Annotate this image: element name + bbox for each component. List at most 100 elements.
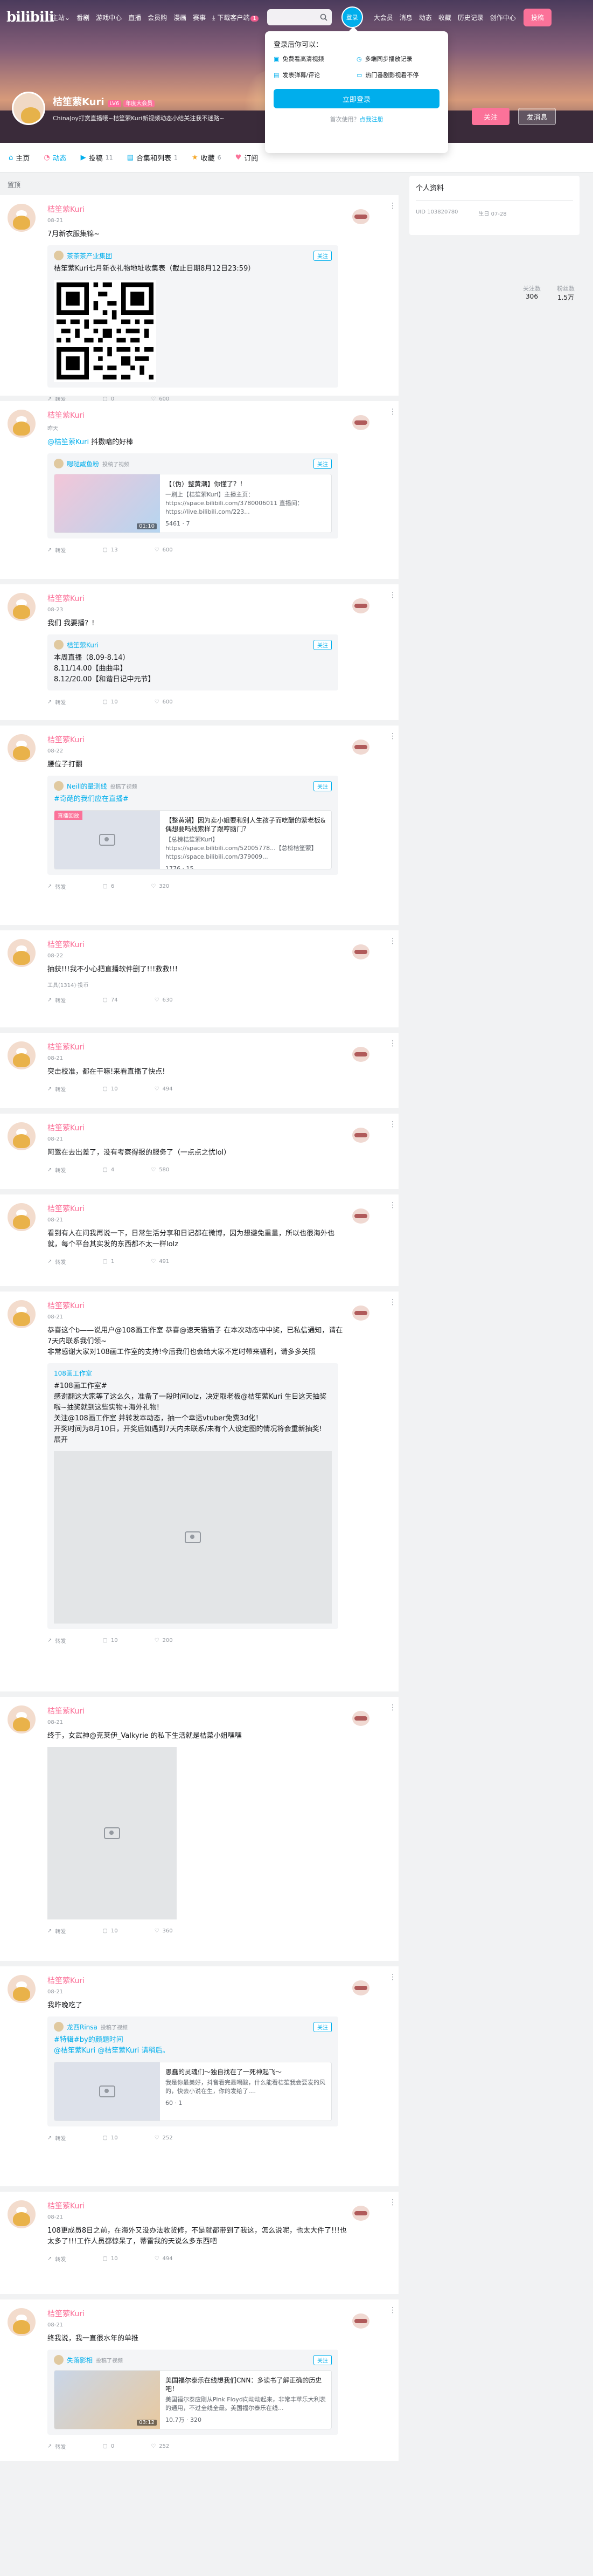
- like-button[interactable]: ♡ 580: [151, 1167, 169, 1173]
- post-author[interactable]: 桔笙萦Kuri: [47, 593, 390, 604]
- more-icon[interactable]: ⋮: [389, 2306, 396, 2318]
- repost-author[interactable]: 失落影相: [67, 2356, 93, 2365]
- video-card[interactable]: 直播回放 【整黄潮】因为卖小姐要和别人生孩子而吃醋的萦老板&偶想要吗线索样了跟哼…: [54, 810, 332, 869]
- more-icon[interactable]: ⋮: [389, 2199, 396, 2210]
- comment-button[interactable]: ▢ 1: [102, 1259, 114, 1265]
- post-author[interactable]: 桔笙萦Kuri: [47, 1975, 390, 1986]
- comment-button[interactable]: ▢ 10: [102, 699, 117, 705]
- nav-home[interactable]: 主站⌄: [52, 13, 70, 22]
- message-button[interactable]: 发消息: [518, 108, 556, 125]
- video-card[interactable]: 03:12 美国福尔泰乐在线想我们CNN：多读书了解正确的历史吧！ 美国福尔泰应…: [54, 2370, 332, 2429]
- mention-link[interactable]: @桔笙萦Kuri: [47, 438, 89, 446]
- more-icon[interactable]: ⋮: [389, 937, 396, 949]
- repost-avatar[interactable]: [54, 251, 64, 260]
- avatar[interactable]: [8, 593, 36, 621]
- repost-avatar[interactable]: [54, 640, 64, 650]
- tab-collections[interactable]: ▤ 合集和列表 1: [127, 153, 178, 163]
- like-button[interactable]: ♡ 252: [151, 2443, 169, 2449]
- share-button[interactable]: ↗ 转发: [47, 882, 66, 890]
- share-button[interactable]: ↗ 转发: [47, 1085, 66, 1093]
- avatar[interactable]: [8, 1041, 36, 1069]
- more-icon[interactable]: ⋮: [389, 202, 396, 213]
- more-icon[interactable]: ⋮: [389, 1704, 396, 1715]
- avatar[interactable]: [8, 1300, 36, 1328]
- like-button[interactable]: ♡ 494: [155, 2256, 173, 2262]
- stat-followers[interactable]: 粉丝数 1.5万: [557, 284, 575, 302]
- share-button[interactable]: ↗ 转发: [47, 698, 66, 706]
- like-button[interactable]: ♡ 252: [155, 2135, 173, 2141]
- repost-follow-button[interactable]: 关注: [313, 640, 332, 650]
- nav-manga[interactable]: 漫画: [173, 13, 186, 22]
- tab-subscriptions[interactable]: ♥ 订阅: [235, 153, 259, 163]
- repost-follow-button[interactable]: 关注: [313, 2355, 332, 2365]
- more-icon[interactable]: ⋮: [389, 1121, 396, 1132]
- login-avatar-button[interactable]: 登录: [341, 6, 363, 28]
- nav-vip[interactable]: 大会员: [374, 13, 393, 22]
- share-button[interactable]: ↗ 转发: [47, 2442, 66, 2450]
- login-now-button[interactable]: 立即登录: [274, 89, 439, 108]
- post-author[interactable]: 桔笙萦Kuri: [47, 1041, 390, 1052]
- topic-tag[interactable]: #特辑#by的颜题时间 @桔笙萦Kuri @桔笙萦Kuri 请稍后。: [54, 2035, 332, 2056]
- avatar[interactable]: [8, 734, 36, 762]
- more-icon[interactable]: ⋮: [389, 591, 396, 603]
- post-author[interactable]: 桔笙萦Kuri: [47, 939, 390, 950]
- tab-uploads[interactable]: ▶ 投稿 11: [81, 153, 113, 163]
- repost-author[interactable]: Neill的量测线: [67, 782, 107, 791]
- repost-author[interactable]: 108画工作室: [54, 1369, 92, 1378]
- nav-message[interactable]: 消息: [400, 13, 413, 22]
- profile-avatar[interactable]: [12, 92, 45, 125]
- search-icon[interactable]: [320, 13, 327, 21]
- repost-author[interactable]: 龙西Rinsa: [67, 2022, 97, 2032]
- repost-follow-button[interactable]: 关注: [313, 251, 332, 261]
- avatar[interactable]: [8, 1203, 36, 1231]
- more-icon[interactable]: ⋮: [389, 1973, 396, 1985]
- more-icon[interactable]: ⋮: [389, 733, 396, 744]
- topic-tag[interactable]: #奇葩的我们应在直播#: [54, 794, 332, 805]
- lottery-image[interactable]: [54, 1451, 332, 1624]
- share-button[interactable]: ↗ 转发: [47, 996, 66, 1004]
- nav-match[interactable]: 赛事: [193, 13, 206, 22]
- nav-anime[interactable]: 番剧: [76, 13, 89, 22]
- share-button[interactable]: ↗ 转发: [47, 1166, 66, 1174]
- share-button[interactable]: ↗ 转发: [47, 1636, 66, 1645]
- repost-avatar[interactable]: [54, 2022, 64, 2032]
- tab-home[interactable]: ⌂ 主页: [9, 153, 30, 163]
- more-icon[interactable]: ⋮: [389, 1299, 396, 1310]
- comment-button[interactable]: ▢ 74: [102, 997, 117, 1003]
- repost-author[interactable]: 嗯哒咸鱼粉: [67, 459, 99, 468]
- search-input[interactable]: [267, 9, 332, 25]
- like-button[interactable]: ♡ 600: [155, 699, 173, 705]
- comment-button[interactable]: ▢ 4: [102, 1167, 114, 1173]
- post-author[interactable]: 桔笙萦Kuri: [47, 1300, 390, 1311]
- like-button[interactable]: ♡ 491: [151, 1259, 169, 1265]
- avatar[interactable]: [8, 1705, 36, 1734]
- share-button[interactable]: ↗ 转发: [47, 1258, 66, 1266]
- avatar[interactable]: [8, 939, 36, 967]
- share-button[interactable]: ↗ 转发: [47, 2134, 66, 2142]
- repost-avatar[interactable]: [54, 781, 64, 791]
- tab-dynamic[interactable]: ◔ 动态: [44, 153, 66, 163]
- comment-button[interactable]: ▢ 10: [102, 1086, 117, 1092]
- avatar[interactable]: [8, 204, 36, 232]
- comment-button[interactable]: ▢ 13: [102, 547, 117, 553]
- like-button[interactable]: ♡ 320: [151, 883, 169, 889]
- repost-author[interactable]: 桔笙萦Kuri: [67, 640, 99, 650]
- share-button[interactable]: ↗ 转发: [47, 2255, 66, 2263]
- repost-avatar[interactable]: [54, 2355, 64, 2365]
- like-button[interactable]: ♡ 200: [155, 1638, 173, 1643]
- register-link[interactable]: 点我注册: [360, 116, 383, 123]
- comment-button[interactable]: ▢ 10: [102, 1638, 117, 1643]
- more-icon[interactable]: ⋮: [389, 408, 396, 419]
- avatar[interactable]: [8, 2308, 36, 2336]
- avatar[interactable]: [8, 410, 36, 438]
- post-author[interactable]: 桔笙萦Kuri: [47, 1203, 390, 1214]
- comment-button[interactable]: ▢ 6: [102, 883, 114, 889]
- post-author[interactable]: 桔笙萦Kuri: [47, 1122, 390, 1133]
- post-author[interactable]: 桔笙萦Kuri: [47, 204, 390, 215]
- avatar[interactable]: [8, 2200, 36, 2228]
- more-icon[interactable]: ⋮: [389, 1040, 396, 1051]
- stat-following[interactable]: 关注数 306: [523, 284, 541, 302]
- nav-history[interactable]: 历史记录: [458, 13, 484, 22]
- share-button[interactable]: ↗ 转发: [47, 1927, 66, 1935]
- avatar[interactable]: [8, 1122, 36, 1150]
